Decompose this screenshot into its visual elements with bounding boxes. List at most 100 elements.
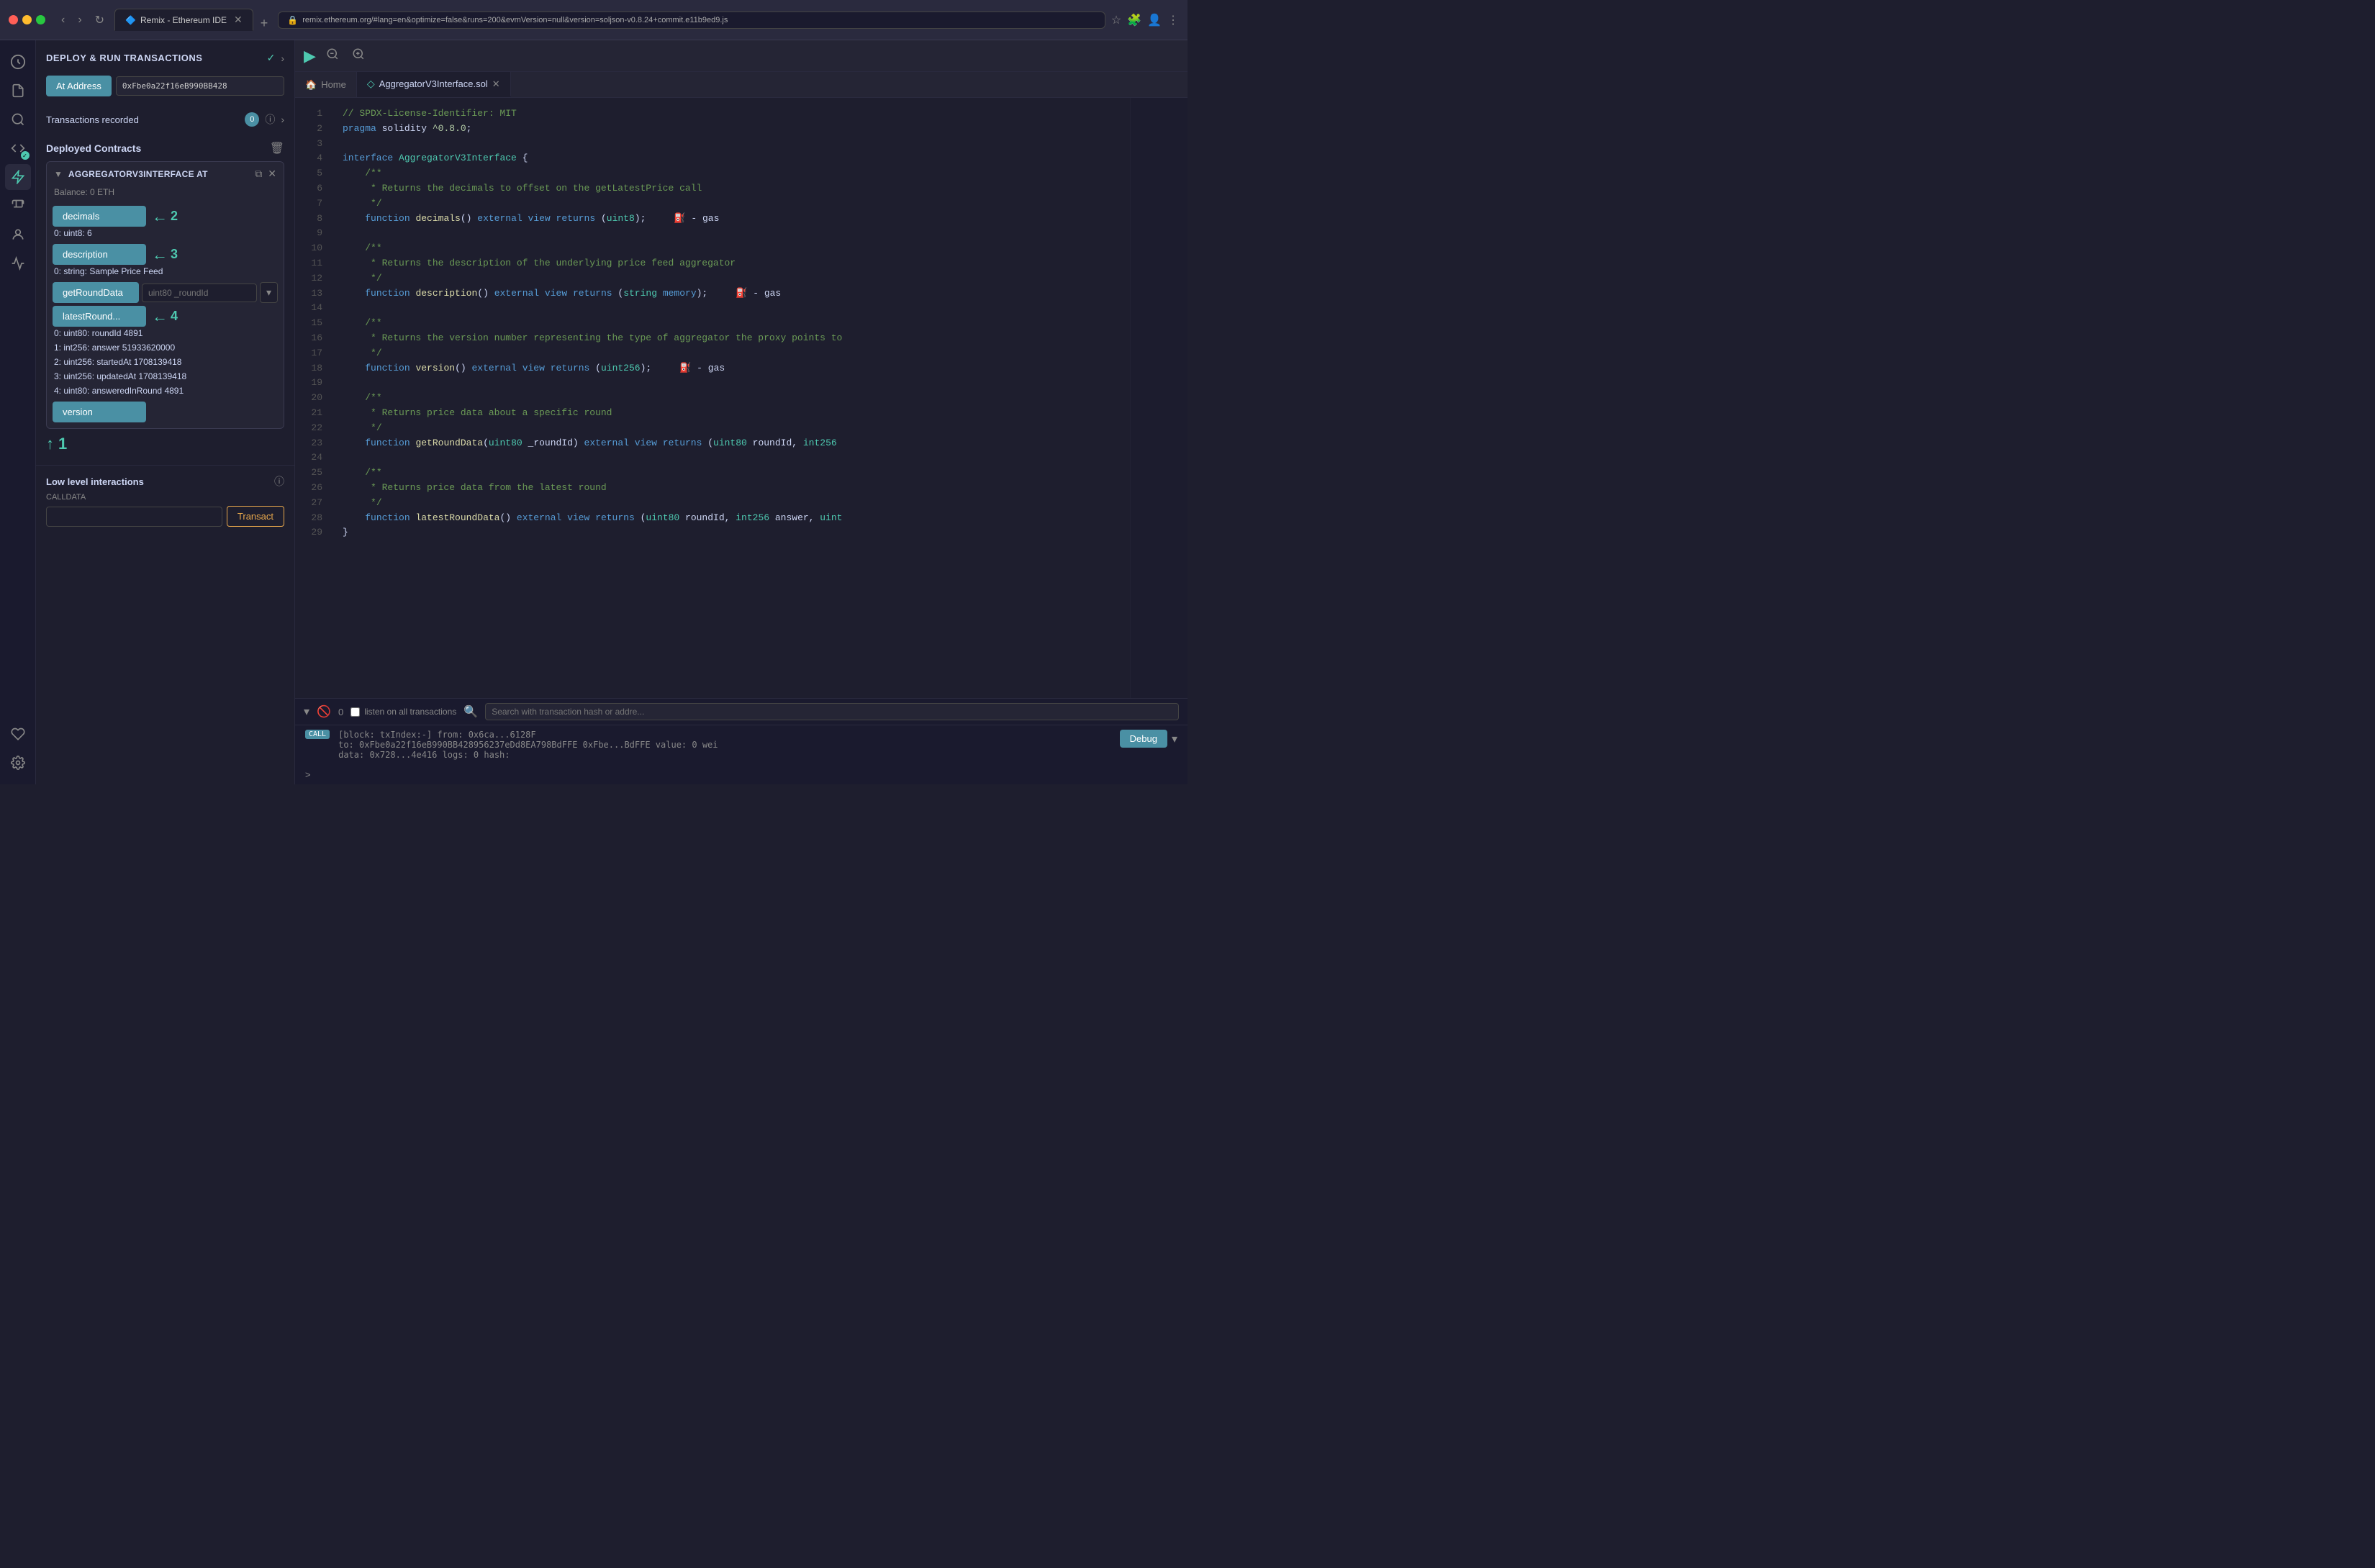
description-button[interactable]: description [53,244,146,265]
browser-nav: ‹ › ↻ [57,12,109,29]
browser-chrome: ‹ › ↻ 🔷 Remix - Ethereum IDE ✕ + 🔒 remix… [0,0,1188,40]
sidebar-item-settings[interactable] [5,750,31,776]
panel-title: DEPLOY & RUN TRANSACTIONS [46,53,202,63]
arrow-left-icon-4: ← [152,307,168,326]
console-log-text: [block: txIndex:-] from: 0x6ca...6128F t… [338,730,718,760]
profile-icon[interactable]: 👤 [1147,13,1162,27]
latest-round-section: latestRound... ← 4 0: uint80: roundId 48… [53,306,278,399]
decimals-section: decimals ← 2 0: uint8: 6 [53,206,278,241]
console-line-1: CALL [block: txIndex:-] from: 0x6ca...61… [305,730,1177,760]
trash-icon[interactable]: 🗑 [270,141,284,155]
code-container[interactable]: 12345 678910 1112131415 1617181920 21222… [295,98,1188,698]
url-text: remix.ethereum.org/#lang=en&optimize=fal… [302,16,728,24]
latest-round-result-2: 2: uint256: startedAt 1708139418 [53,355,278,370]
settings-icon[interactable]: ⋮ [1167,13,1179,27]
decimals-result: 0: uint8: 6 [53,227,278,241]
at-address-button[interactable]: At Address [46,76,112,96]
transact-button[interactable]: Transact [227,506,284,527]
version-section: version [53,402,278,422]
panel-header: DEPLOY & RUN TRANSACTIONS ✓ › [36,40,294,71]
maximize-button[interactable] [36,15,45,24]
latest-round-button[interactable]: latestRound... [53,306,146,327]
zoom-out-button[interactable] [323,46,342,65]
transactions-label: Transactions recorded [46,114,239,125]
sidebar-item-home[interactable] [5,49,31,75]
debug-button[interactable]: Debug [1120,730,1167,748]
low-level-section: Low level interactions ⓘ CALLDATA Transa… [36,465,294,535]
contract-balance: Balance: 0 ETH [47,186,284,203]
clear-console-button[interactable]: 🚫 [317,704,331,719]
address-bar[interactable]: 🔒 remix.ethereum.org/#lang=en&optimize=f… [278,12,1105,29]
round-id-input[interactable] [142,284,257,302]
low-level-input-row: Transact [46,506,284,527]
at-address-input[interactable] [116,76,284,96]
expand-icon[interactable]: › [281,53,284,64]
annotation-num-4: 4 [171,309,178,324]
call-badge: CALL [305,730,330,739]
description-result: 0: string: Sample Price Feed [53,265,278,279]
get-round-data-dropdown[interactable]: ▾ [260,282,278,303]
annotation-3: ← 3 [152,245,178,264]
listen-all-text: listen on all transactions [364,707,456,717]
sidebar-item-files[interactable] [5,78,31,104]
low-level-info-icon[interactable]: ⓘ [274,474,284,489]
browser-toolbar-icons: ☆ 🧩 👤 ⋮ [1111,13,1179,27]
listen-all-checkbox[interactable] [350,707,360,717]
contract-chevron-icon[interactable]: ▼ [54,169,63,179]
lock-icon: 🔒 [287,15,298,25]
decimals-button[interactable]: decimals [53,206,146,227]
sidebar-item-compiler[interactable]: ✓ [5,135,31,161]
zoom-in-button[interactable] [349,46,368,65]
console-search-input[interactable] [485,703,1179,720]
sidebar-item-search[interactable] [5,107,31,132]
description-section: description ← 3 0: string: Sample Price … [53,244,278,279]
sidebar-item-profile[interactable] [5,222,31,248]
tab-close-icon[interactable]: ✕ [234,14,243,26]
transactions-chevron[interactable]: › [281,114,284,125]
calldata-label: CALLDATA [46,493,284,502]
info-icon[interactable]: ⓘ [265,112,275,127]
latest-round-result-0: 0: uint80: roundId 4891 [53,327,278,341]
copy-address-icon[interactable]: ⧉ [255,168,262,180]
code-editor[interactable]: // SPDX-License-Identifier: MIT pragma s… [331,98,1130,698]
annotation-num-2: 2 [171,209,178,224]
get-round-data-button[interactable]: getRoundData [53,282,139,303]
line-numbers: 12345 678910 1112131415 1617181920 21222… [295,98,331,698]
version-button[interactable]: version [53,402,146,422]
tab-aggregator[interactable]: ◇ AggregatorV3Interface.sol ✕ [357,72,511,97]
search-console-icon[interactable]: 🔍 [463,704,478,719]
minimize-button[interactable] [22,15,32,24]
tab-home[interactable]: 🏠 Home [295,72,357,97]
transactions-row[interactable]: Transactions recorded 0 ⓘ › [36,107,294,132]
calldata-input[interactable] [46,507,222,527]
debug-expand-button[interactable]: ▾ [1172,732,1177,746]
compiler-badge: ✓ [21,151,30,160]
active-tab[interactable]: 🔷 Remix - Ethereum IDE ✕ [114,9,253,31]
collapse-console-button[interactable]: ▾ [304,704,309,719]
close-contract-icon[interactable]: ✕ [268,168,276,180]
run-button[interactable]: ▶ [304,47,316,65]
annotation-1-container: ↑ 1 [36,429,294,459]
bottom-panel: ▾ 🚫 0 listen on all transactions 🔍 CALL … [295,698,1188,784]
forward-button[interactable]: › [73,12,86,28]
listen-all-label: listen on all transactions [350,707,456,717]
tab-title: Remix - Ethereum IDE [140,15,227,25]
sidebar-item-plugins[interactable] [5,721,31,747]
bookmarks-icon[interactable]: ☆ [1111,13,1121,27]
sidebar-item-testing[interactable] [5,193,31,219]
close-button[interactable] [9,15,18,24]
annotation-num-1: 1 [58,435,67,453]
editor-area: ▶ 🏠 Home ◇ AggregatorV3Interface.sol [295,40,1188,784]
log-line-2: to: 0xFbe0a22f16eB990BB428956237eDd8EA79… [338,740,718,750]
transactions-count: 0 [245,112,259,127]
back-button[interactable]: ‹ [57,12,69,28]
extensions-icon[interactable]: 🧩 [1127,13,1141,27]
log-line-3: data: 0x728...4e416 logs: 0 hash: [338,750,718,760]
deployed-contracts-header: Deployed Contracts 🗑 [36,132,294,161]
refresh-button[interactable]: ↻ [91,12,109,29]
file-tab-close-icon[interactable]: ✕ [492,78,500,90]
new-tab-button[interactable]: + [256,16,273,31]
minimap [1130,98,1188,698]
sidebar-item-deploy[interactable] [5,164,31,190]
sidebar-item-analytics[interactable] [5,250,31,276]
